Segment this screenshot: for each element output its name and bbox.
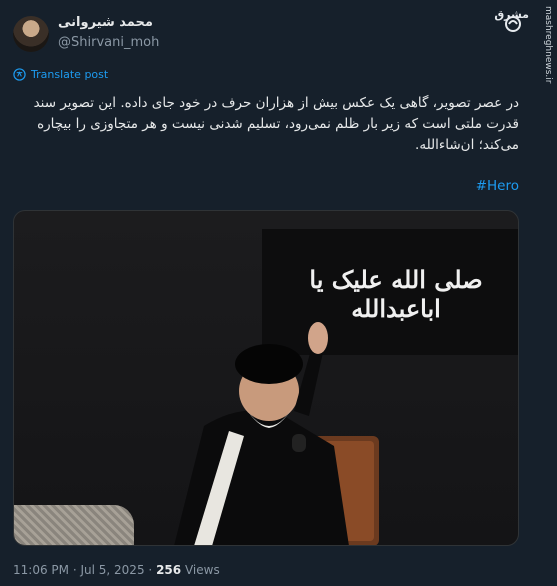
tweet-time: 11:06 PM: [13, 563, 69, 577]
translate-label: Translate post: [31, 68, 109, 81]
views-label: Views: [184, 563, 220, 577]
hashtag-link[interactable]: #Hero: [476, 178, 519, 194]
seated-figure-illustration: [174, 322, 379, 545]
tweet-timestamp[interactable]: 11:06 PM · Jul 5, 2025 · 256 Views: [13, 563, 220, 577]
author-handle[interactable]: @Shirvani_moh: [58, 35, 159, 50]
avatar[interactable]: [13, 16, 49, 52]
watermark-logo-icon: [505, 16, 521, 32]
tweet-text: در عصر تصویر، گاهی یک عکس بیش از هزاران …: [33, 95, 519, 153]
watermark-site: mashreghnews.ir: [543, 6, 553, 84]
author-display-name[interactable]: محمد شیروانی: [58, 15, 153, 30]
patterned-cloth: [14, 505, 134, 545]
translate-icon: [13, 68, 26, 81]
translate-post-link[interactable]: Translate post: [13, 68, 108, 81]
tweet-date: Jul 5, 2025: [80, 563, 145, 577]
tweet-photo[interactable]: صلی الله علیک یا اباعبدالله: [13, 210, 519, 546]
views-count: 256: [156, 563, 182, 577]
